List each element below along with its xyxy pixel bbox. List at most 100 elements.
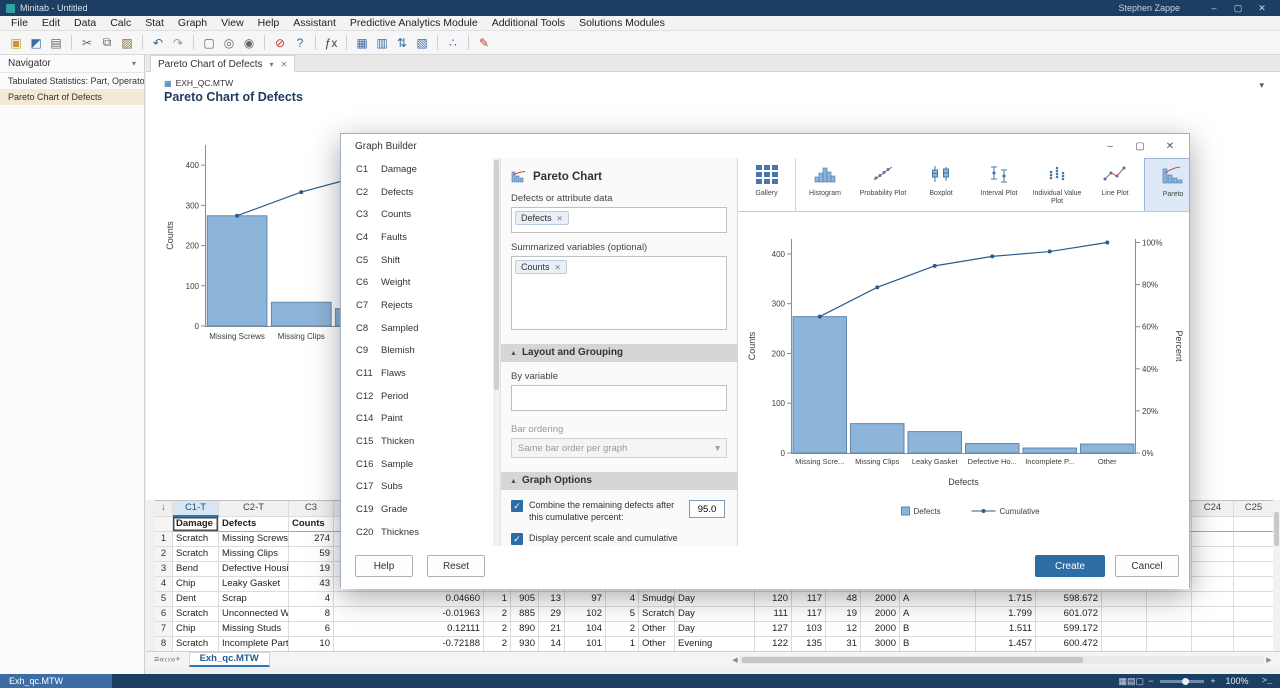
find-next-icon[interactable]: ◉ <box>240 34 258 52</box>
scatterplot-icon[interactable]: ∴ <box>444 34 462 52</box>
grid-cell[interactable]: 48 <box>826 592 861 607</box>
column-name-cell[interactable]: Defects <box>219 517 289 532</box>
grid-cell[interactable] <box>1234 562 1274 577</box>
row-number[interactable]: 2 <box>155 547 173 562</box>
grid-cell[interactable]: 274 <box>289 532 334 547</box>
grid-cell[interactable] <box>1192 547 1234 562</box>
subset-icon[interactable]: ▧ <box>413 34 431 52</box>
grid-cell[interactable]: B <box>900 622 976 637</box>
worksheet-view-icon[interactable]: ▦ <box>1118 676 1127 686</box>
grid-cell[interactable] <box>1234 532 1274 547</box>
by-variable-field[interactable] <box>511 385 727 411</box>
save-icon[interactable]: ◩ <box>27 34 45 52</box>
grid-cell[interactable]: 1 <box>484 592 511 607</box>
grid-cell[interactable]: Dent <box>173 592 219 607</box>
output-collapse-icon[interactable]: ▾ <box>1259 80 1264 91</box>
grid-cell[interactable]: 43 <box>289 577 334 592</box>
open-icon[interactable]: ▣ <box>7 34 25 52</box>
grid-cell[interactable]: Other <box>639 622 675 637</box>
grid-cell[interactable] <box>1234 622 1274 637</box>
variable-c1[interactable]: C1Damage <box>341 158 493 181</box>
insert-rows-icon[interactable]: ▥ <box>373 34 391 52</box>
tab-dropdown-icon[interactable]: ▾ <box>270 60 274 69</box>
grid-cell[interactable]: 111 <box>755 607 792 622</box>
grid-cell[interactable]: 59 <box>289 547 334 562</box>
column-header-c2-t[interactable]: C2-T <box>219 501 289 517</box>
grid-cell[interactable]: 2000 <box>861 592 900 607</box>
grid-cell[interactable]: Missing Screws <box>219 532 289 547</box>
grid-cell[interactable] <box>1192 637 1234 651</box>
grid-cell[interactable]: 120 <box>755 592 792 607</box>
grid-cell[interactable]: 117 <box>792 607 826 622</box>
grid-cell[interactable]: 10 <box>289 637 334 651</box>
grid-cell[interactable] <box>1234 592 1274 607</box>
gallery-item-probability-plot[interactable]: Probability Plot <box>854 158 912 212</box>
grid-cell[interactable]: 19 <box>289 562 334 577</box>
grid-cell[interactable] <box>1147 607 1192 622</box>
grid-cell[interactable]: 31 <box>826 637 861 651</box>
menu-file[interactable]: File <box>4 16 35 31</box>
grid-cell[interactable]: Evening <box>675 637 755 651</box>
sort-icon[interactable]: ⇅ <box>393 34 411 52</box>
grid-cell[interactable]: A <box>900 592 976 607</box>
row-number[interactable]: 6 <box>155 607 173 622</box>
grid-cell[interactable]: 598.672 <box>1036 592 1102 607</box>
grid-cell[interactable]: 104 <box>565 622 606 637</box>
row-number[interactable]: 5 <box>155 592 173 607</box>
variable-c14[interactable]: C14Paint <box>341 408 493 431</box>
variable-c7[interactable]: C7Rejects <box>341 294 493 317</box>
grid-cell[interactable]: Chip <box>173 622 219 637</box>
grid-cell[interactable]: 2000 <box>861 607 900 622</box>
menu-assistant[interactable]: Assistant <box>286 16 343 31</box>
tab-pareto-chart-of-defects[interactable]: Pareto Chart of Defects ▾ ✕ <box>150 55 295 72</box>
zoom-slider[interactable] <box>1160 680 1204 683</box>
variable-c3[interactable]: C3Counts <box>341 203 493 226</box>
reset-button[interactable]: Reset <box>427 555 485 577</box>
grid-cell[interactable]: 1.511 <box>976 622 1036 637</box>
zoom-out-icon[interactable]: − <box>1144 676 1158 686</box>
column-name-cell[interactable] <box>1192 517 1234 532</box>
column-header-c25[interactable]: C25 <box>1234 501 1274 517</box>
menu-stat[interactable]: Stat <box>138 16 171 31</box>
gallery-item-pareto[interactable]: Pareto <box>1144 158 1189 212</box>
chip-remove-icon[interactable]: ✕ <box>555 263 561 272</box>
grid-cell[interactable]: 890 <box>511 622 539 637</box>
grid-cell[interactable]: 8 <box>289 607 334 622</box>
dialog-maximize-icon[interactable]: ▢ <box>1125 141 1155 152</box>
variable-c4[interactable]: C4Faults <box>341 226 493 249</box>
select-icon[interactable]: ▢ <box>200 34 218 52</box>
grid-cell[interactable] <box>1192 592 1234 607</box>
grid-cell[interactable]: 1.457 <box>976 637 1036 651</box>
gallery-item-individual-value-plot[interactable]: Individual Value Plot <box>1028 158 1086 212</box>
create-button[interactable]: Create <box>1035 555 1105 577</box>
grid-cell[interactable]: 122 <box>755 637 792 651</box>
gallery-item-interval-plot[interactable]: Interval Plot <box>970 158 1028 212</box>
grid-cell[interactable]: Day <box>675 592 755 607</box>
redo-icon[interactable]: ↷ <box>169 34 187 52</box>
status-worksheet-label[interactable]: Exh_qc.MTW <box>0 674 112 688</box>
percent-scale-checkbox[interactable]: ✓ <box>511 533 523 545</box>
grid-cell[interactable]: 21 <box>539 622 565 637</box>
grid-cell[interactable] <box>1234 547 1274 562</box>
navigator-item-pareto-chart-of-defects[interactable]: Pareto Chart of Defects <box>0 89 144 105</box>
navigator-collapse-icon[interactable]: ▾ <box>132 59 136 68</box>
grid-cell[interactable]: 1 <box>606 637 639 651</box>
menu-predictive-analytics-module[interactable]: Predictive Analytics Module <box>343 16 485 31</box>
column-header-c1-t[interactable]: C1-T <box>173 501 219 517</box>
grid-cell[interactable]: Scratch <box>173 607 219 622</box>
variable-c15[interactable]: C15Thicken <box>341 430 493 453</box>
chip-remove-icon[interactable]: ✕ <box>557 214 563 223</box>
dialog-title-bar[interactable]: Graph Builder – ▢ ✕ <box>341 134 1189 158</box>
grid-cell[interactable] <box>1192 562 1234 577</box>
grid-cell[interactable]: 97 <box>565 592 606 607</box>
grid-cell[interactable]: 1.799 <box>976 607 1036 622</box>
grid-cell[interactable] <box>1234 577 1274 592</box>
row-number[interactable]: 7 <box>155 622 173 637</box>
help-button[interactable]: Help <box>355 555 413 577</box>
grid-cell[interactable] <box>1192 532 1234 547</box>
grid-cell[interactable]: B <box>900 637 976 651</box>
menu-additional-tools[interactable]: Additional Tools <box>485 16 572 31</box>
variable-c6[interactable]: C6Weight <box>341 271 493 294</box>
variable-c12[interactable]: C12Period <box>341 385 493 408</box>
summarized-variables-field[interactable]: Counts✕ <box>511 256 727 330</box>
